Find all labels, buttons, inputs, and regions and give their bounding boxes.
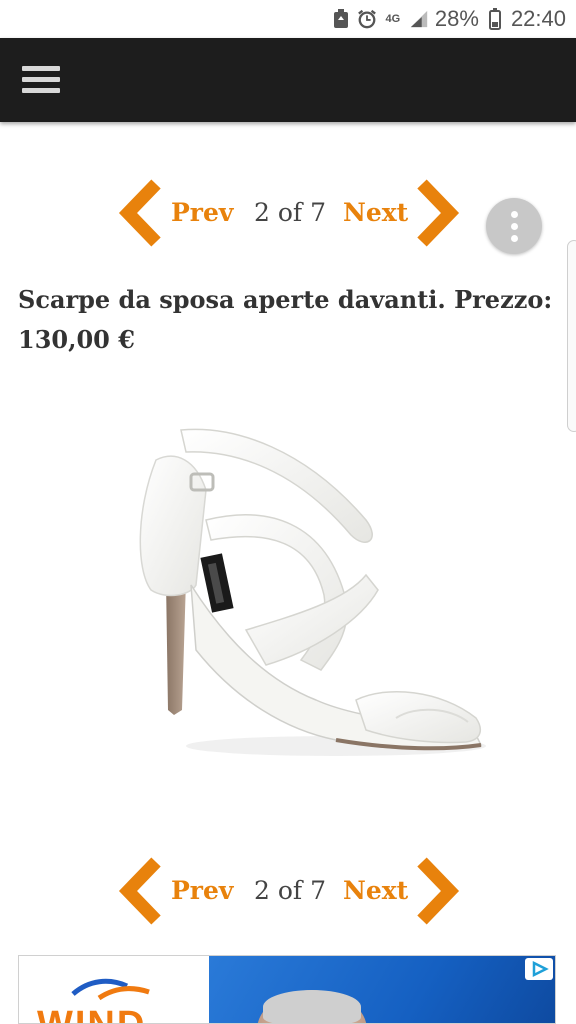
prev-link[interactable]: Prev — [171, 876, 233, 905]
edge-panel-handle[interactable] — [567, 240, 576, 432]
network-type: 4G — [385, 13, 401, 25]
article-title: Scarpe da sposa aperte davanti. Prezzo: … — [18, 285, 553, 354]
app-bar — [0, 38, 576, 122]
adchoices-icon[interactable] — [525, 958, 553, 980]
battery-icon — [485, 8, 505, 30]
alarm-icon — [357, 9, 377, 29]
signal-icon — [409, 9, 429, 29]
pager-bottom: Prev 2 of 7 Next — [0, 856, 576, 926]
prev-link[interactable]: Prev — [171, 198, 233, 227]
page-count: 2 of 7 — [254, 198, 327, 227]
next-link[interactable]: Next — [343, 876, 408, 905]
next-arrow-icon[interactable] — [412, 178, 462, 248]
next-link[interactable]: Next — [343, 198, 408, 227]
ad-brand-text: WIND — [37, 1004, 146, 1023]
status-bar: 4G 28% 22:40 — [0, 0, 576, 38]
hamburger-menu-icon[interactable] — [22, 64, 60, 96]
wind-logo-swoosh-icon — [71, 978, 150, 1001]
bridal-sandal-image — [139, 428, 486, 756]
ad-banner[interactable]: WIND — [18, 955, 556, 1024]
page-count: 2 of 7 — [254, 876, 327, 905]
more-vert-icon[interactable] — [486, 198, 542, 254]
battery-percent: 28% — [434, 6, 479, 31]
storage-icon — [331, 9, 351, 29]
clock: 22:40 — [510, 6, 566, 31]
prev-arrow-icon[interactable] — [116, 856, 166, 926]
prev-arrow-icon[interactable] — [116, 178, 166, 248]
next-arrow-icon[interactable] — [412, 856, 462, 926]
